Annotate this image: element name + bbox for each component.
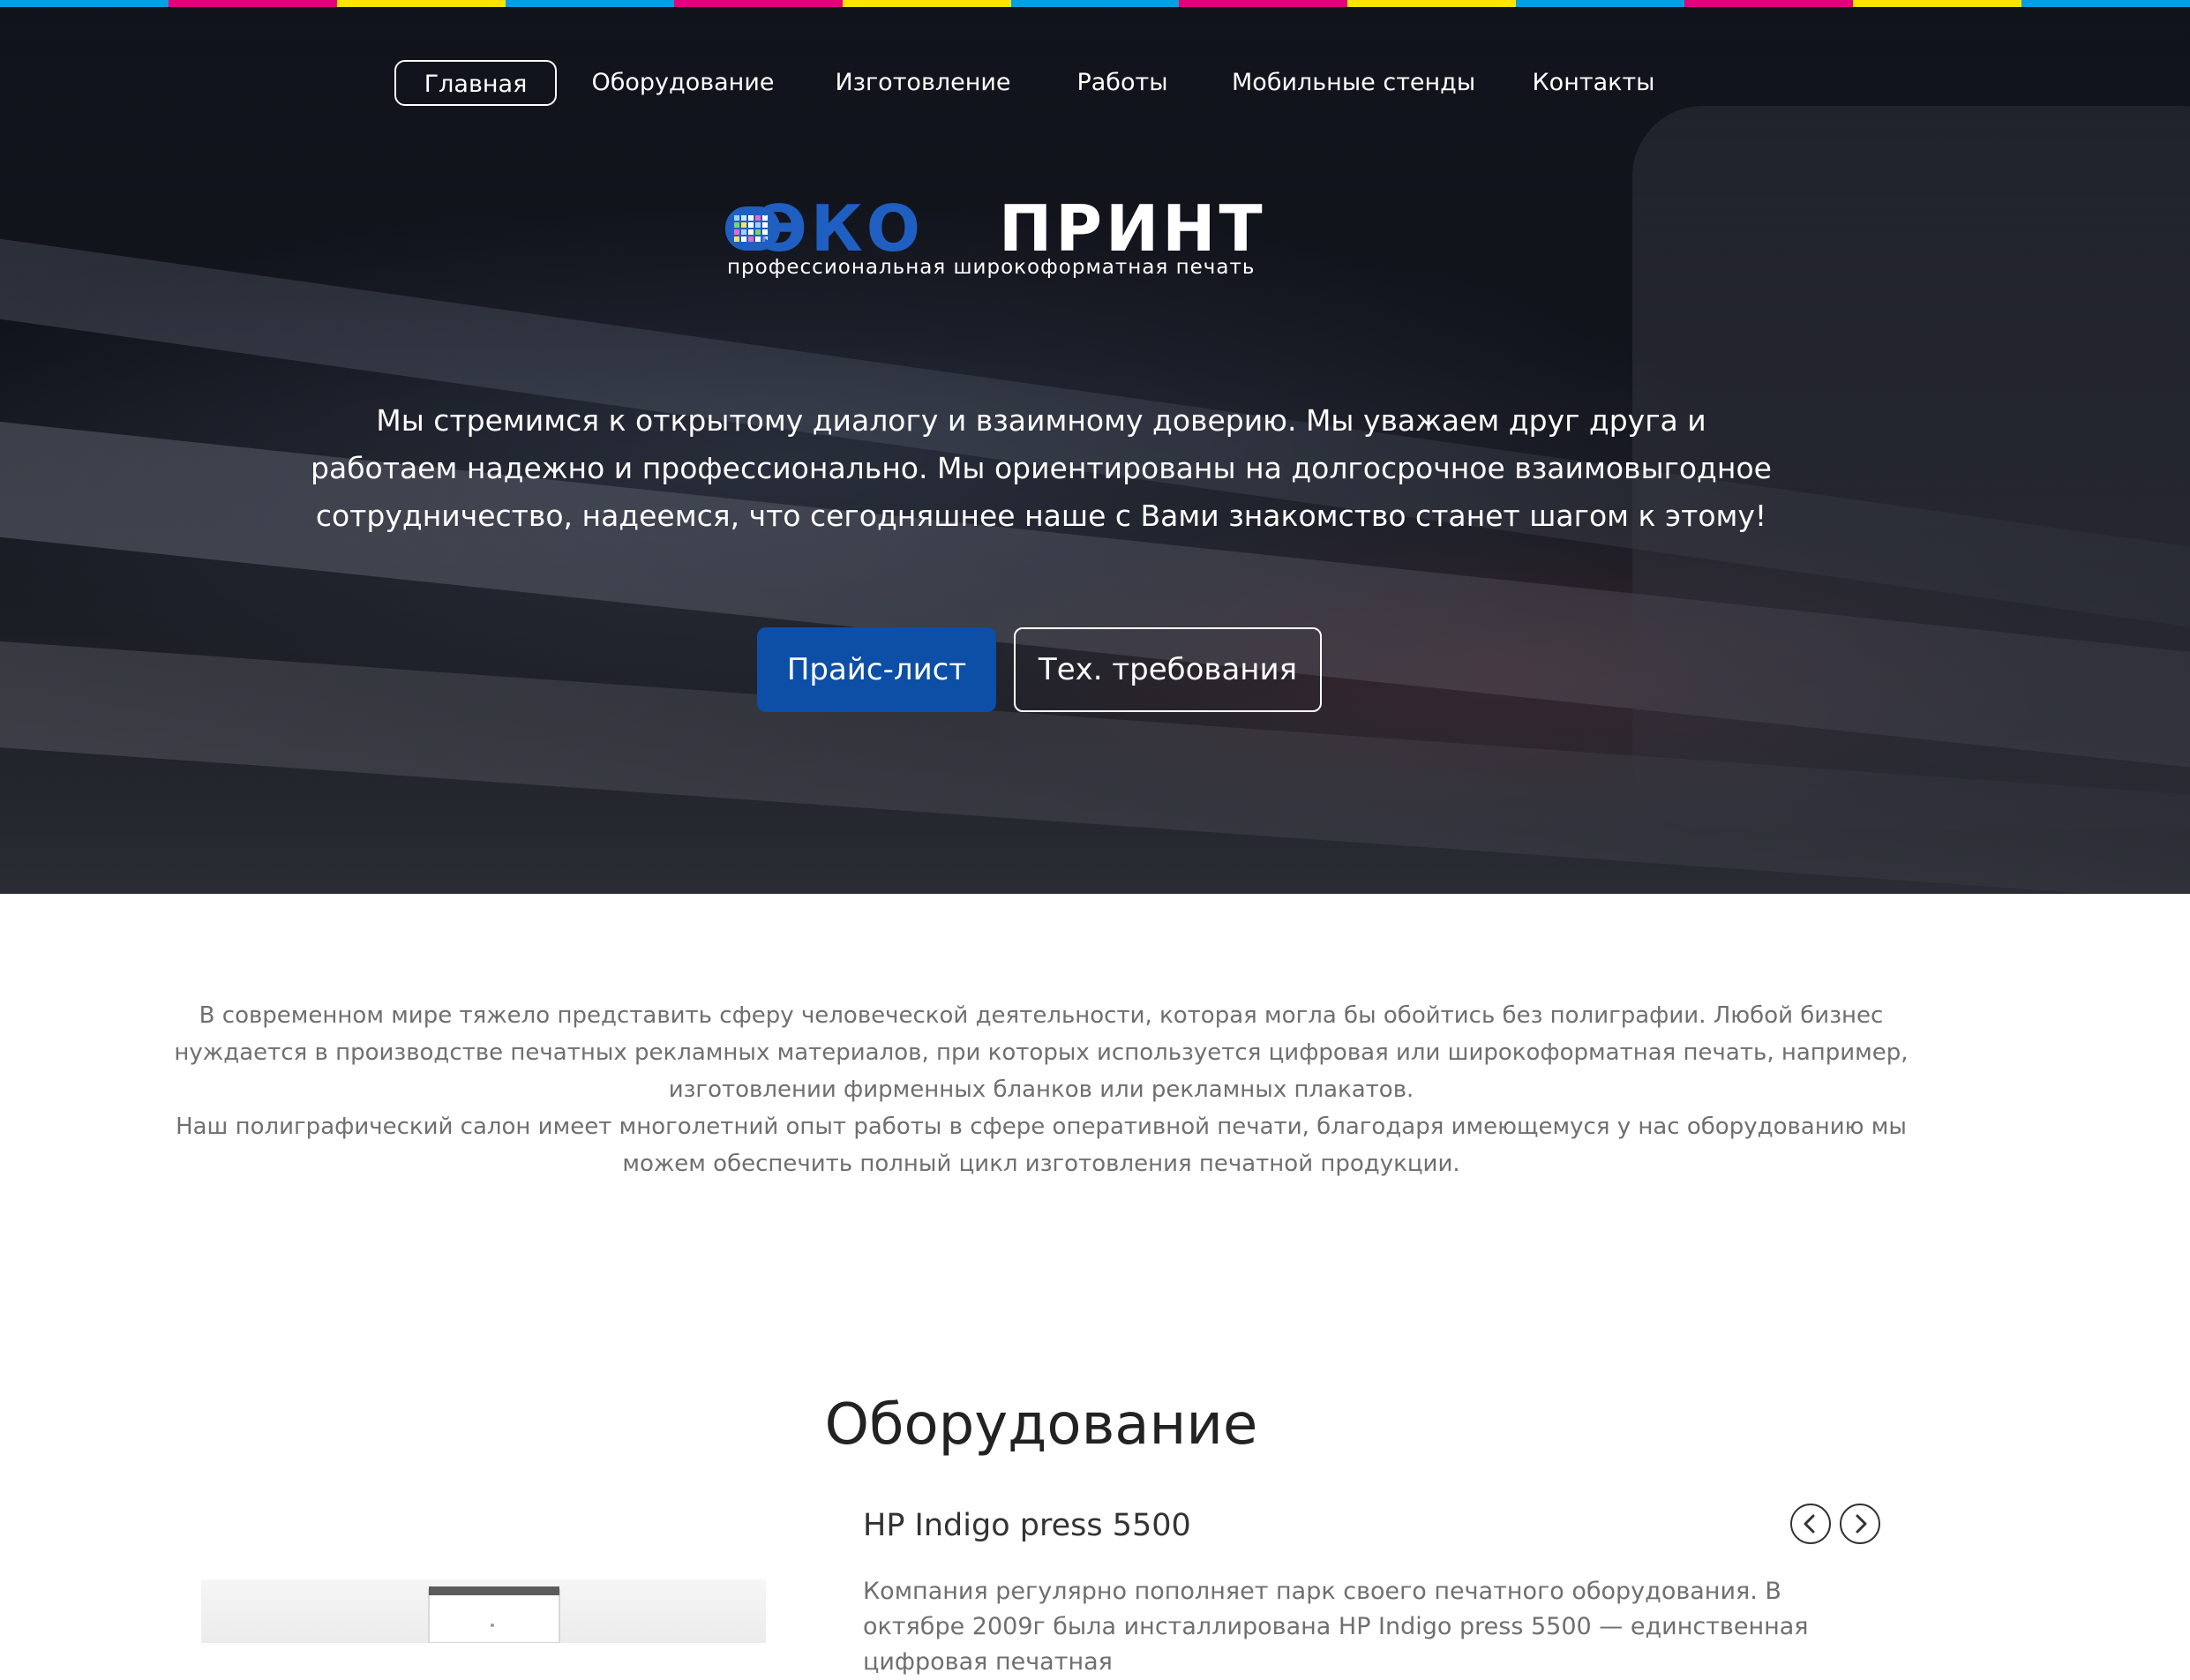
carousel-prev-button[interactable] xyxy=(1790,1504,1831,1544)
nav-item-contacts[interactable]: Контакты xyxy=(1532,60,1655,106)
cmyk-stripe-segment xyxy=(168,0,337,7)
cmyk-stripe-segment xyxy=(1347,0,1517,7)
logo-mark: ЭКО ПРИНТ xyxy=(725,199,1266,261)
cmyk-color-stripe xyxy=(0,0,2190,7)
intro-paragraph: В современном мире тяжело представить сф… xyxy=(174,1002,1909,1103)
product-description: Компания регулярно пополняет парк своего… xyxy=(863,1578,1809,1676)
product-image xyxy=(201,1579,766,1644)
nav-item-manufacturing[interactable]: Изготовление xyxy=(835,60,1011,106)
cmyk-stripe-segment xyxy=(1010,0,1180,7)
cmyk-stripe-segment xyxy=(842,0,1011,7)
carousel-next-button[interactable] xyxy=(1840,1504,1880,1544)
cmyk-stripe-segment xyxy=(336,0,506,7)
logo-tagline: профессиональная широкоформатная печать xyxy=(727,256,1256,279)
cmyk-stripe-segment xyxy=(673,0,843,7)
hero-mission-text: Мы стремимся к открытому диалогу и взаим… xyxy=(311,403,1772,533)
tech-requirements-button[interactable]: Тех. требования xyxy=(1014,627,1322,712)
intro-text: В современном мире тяжело представить сф… xyxy=(159,997,1924,1182)
chevron-left-icon xyxy=(1804,1514,1815,1534)
nav-item-home[interactable]: Главная xyxy=(394,60,557,106)
cmyk-stripe-segment xyxy=(2021,0,2190,7)
printer-image xyxy=(428,1586,560,1644)
nav-item-mobile-stands[interactable]: Мобильные стенды xyxy=(1232,60,1475,106)
nav-item-works[interactable]: Работы xyxy=(1068,60,1177,106)
cmyk-stripe-segment xyxy=(1853,0,2022,7)
chevron-right-icon xyxy=(1856,1514,1867,1534)
nav-item-equipment[interactable]: Оборудование xyxy=(589,60,776,106)
equipment-section-title: Оборудование xyxy=(824,1392,1258,1458)
cmyk-stripe-segment xyxy=(505,0,674,7)
cmyk-stripe-segment xyxy=(1179,0,1348,7)
logo-word-print: ПРИНТ xyxy=(999,199,1266,261)
logo-word-eco: ЭКО xyxy=(761,199,924,261)
main-navigation: Главная Оборудование Изготовление Работы… xyxy=(0,60,2190,108)
product-title: HP Indigo press 5500 xyxy=(863,1508,1191,1543)
cmyk-stripe-segment xyxy=(1684,0,1854,7)
intro-paragraph: Наш полиграфический салон имеет многолет… xyxy=(176,1114,1907,1177)
cmyk-stripe-segment xyxy=(1516,0,1685,7)
cmyk-stripe-segment xyxy=(0,0,169,7)
price-list-button[interactable]: Прайс-лист xyxy=(757,627,996,712)
ecoprint-logo[interactable]: ЭКО ПРИНТ профессиональная широкоформатн… xyxy=(725,196,1354,284)
